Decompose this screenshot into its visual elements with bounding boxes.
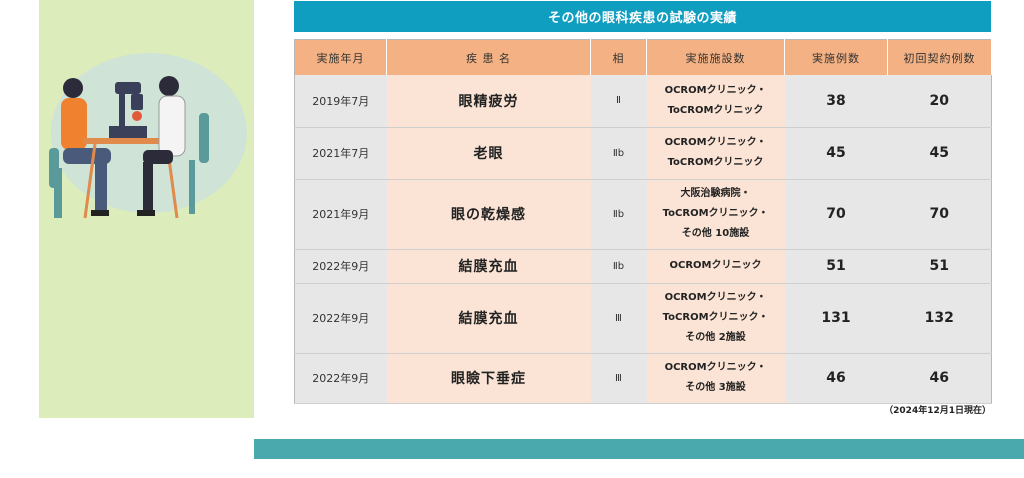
site-line: OCROMクリニック [669, 260, 762, 271]
table-row: 2022年9月 結膜充血 Ⅲ OCROMクリニック・ ToCROMクリニック・ … [294, 283, 992, 354]
cell-cases: 70 [784, 179, 888, 250]
eye-exam-illustration [49, 53, 247, 219]
site-line: ToCROMクリニック [667, 157, 764, 168]
site-line: ToCROMクリニック・ [662, 208, 769, 219]
cell-sites: OCROMクリニック・ ToCROMクリニック [646, 75, 785, 128]
cell-initial: 51 [887, 249, 992, 284]
site-line: OCROMクリニック・ [664, 362, 767, 373]
site-line: OCROMクリニック・ [664, 84, 767, 96]
cell-phase: Ⅲ [590, 353, 647, 404]
as-of-date-note: （2024年12月1日現在） [884, 406, 991, 416]
cell-disease: 結膜充血 [386, 283, 591, 354]
cell-disease: 結膜充血 [386, 249, 591, 284]
header-date: 実施年月 [294, 39, 387, 75]
site-line: OCROMクリニック・ [664, 137, 767, 148]
cell-cases: 51 [784, 249, 888, 284]
cell-initial: 45 [887, 127, 992, 180]
cell-date: 2022年9月 [294, 283, 387, 354]
header-initial-contract: 初回契約例数 [887, 39, 992, 75]
cell-sites: OCROMクリニック・ その他 3施設 [646, 353, 785, 404]
cell-phase: Ⅱb [590, 249, 647, 284]
cell-sites: OCROMクリニック・ ToCROMクリニック・ その他 2施設 [646, 283, 785, 354]
table-row: 2021年7月 老眼 Ⅱb OCROMクリニック・ ToCROMクリニック 45… [294, 127, 992, 180]
cell-sites: 大阪治験病院・ ToCROMクリニック・ その他 10施設 [646, 179, 785, 250]
cell-date: 2022年9月 [294, 249, 387, 284]
table-row: 2022年9月 結膜充血 Ⅱb OCROMクリニック 51 51 [294, 249, 992, 284]
cell-disease: 眼瞼下垂症 [386, 353, 591, 404]
side-panel [39, 0, 254, 418]
site-line: OCROMクリニック・ [664, 292, 767, 303]
header-phase: 相 [590, 39, 647, 75]
cell-cases: 131 [784, 283, 888, 354]
cell-sites: OCROMクリニック・ ToCROMクリニック [646, 127, 785, 180]
cell-date: 2022年9月 [294, 353, 387, 404]
cell-initial: 132 [887, 283, 992, 354]
site-line: ToCROMクリニック・ [662, 312, 769, 323]
cell-date: 2021年7月 [294, 127, 387, 180]
table-row: 2022年9月 眼瞼下垂症 Ⅲ OCROMクリニック・ その他 3施設 46 4… [294, 353, 992, 404]
site-line: 大阪治験病院・ [680, 188, 751, 199]
cell-disease: 老眼 [386, 127, 591, 180]
header-disease: 疾 患 名 [386, 39, 591, 75]
site-line: その他 2施設 [685, 332, 746, 343]
cell-disease: 眼精疲労 [386, 75, 591, 128]
site-line: その他 10施設 [681, 228, 750, 239]
cell-phase: Ⅱ [590, 75, 647, 128]
cell-cases: 45 [784, 127, 888, 180]
table-header-row: 実施年月 疾 患 名 相 実施施設数 実施例数 初回契約例数 [294, 39, 992, 75]
header-sites: 実施施設数 [646, 39, 785, 75]
table-row: 2019年7月 眼精疲労 Ⅱ OCROMクリニック・ ToCROMクリニック 3… [294, 75, 992, 128]
header-cases: 実施例数 [784, 39, 888, 75]
footer-accent-bar [254, 439, 1024, 459]
page-title: その他の眼科疾患の試験の実績 [294, 1, 991, 32]
cell-date: 2019年7月 [294, 75, 387, 128]
cell-disease: 眼の乾燥感 [386, 179, 591, 250]
cell-sites: OCROMクリニック [646, 249, 785, 284]
site-line: ToCROMクリニック [667, 104, 764, 116]
table-row: 2021年9月 眼の乾燥感 Ⅱb 大阪治験病院・ ToCROMクリニック・ その… [294, 179, 992, 250]
cell-cases: 38 [784, 75, 888, 128]
cell-phase: Ⅱb [590, 127, 647, 180]
cell-initial: 46 [887, 353, 992, 404]
cell-initial: 20 [887, 75, 992, 128]
cell-cases: 46 [784, 353, 888, 404]
cell-date: 2021年9月 [294, 179, 387, 250]
results-table: 実施年月 疾 患 名 相 実施施設数 実施例数 初回契約例数 2019年7月 眼… [294, 39, 992, 404]
cell-phase: Ⅱb [590, 179, 647, 250]
site-line: その他 3施設 [685, 382, 746, 393]
cell-phase: Ⅲ [590, 283, 647, 354]
cell-initial: 70 [887, 179, 992, 250]
